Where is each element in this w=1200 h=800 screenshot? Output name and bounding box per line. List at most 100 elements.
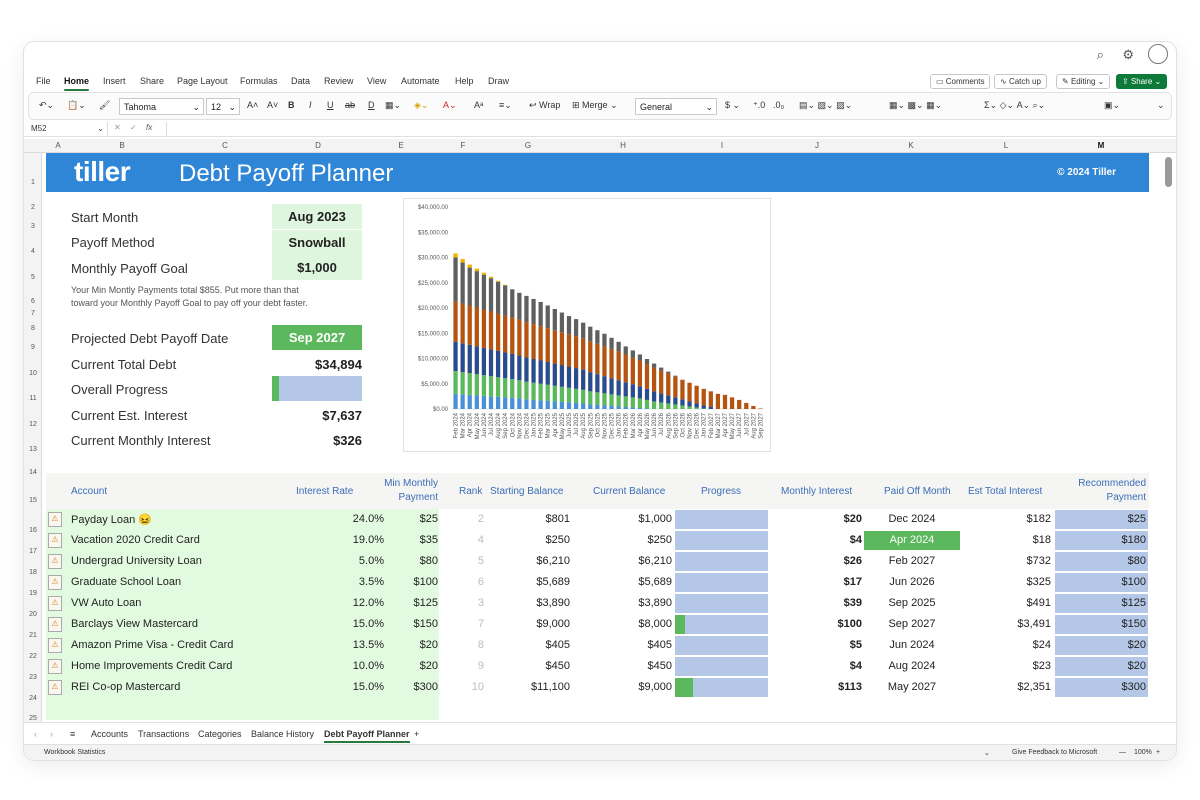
interest-rate[interactable]: 15.0% [296,681,384,693]
payoff-method-cell[interactable]: Snowball [272,230,362,255]
bar-segment[interactable] [595,330,600,344]
formula-input[interactable] [166,122,1166,136]
bar-segment[interactable] [460,372,465,395]
current-balance[interactable]: $5,689 [591,576,672,588]
bar-segment[interactable] [602,376,607,394]
bar-segment[interactable] [630,357,635,385]
bar-segment[interactable] [659,393,664,403]
menu-home[interactable]: Home [64,76,90,91]
row-header[interactable]: 14 [24,469,42,476]
bar-segment[interactable] [524,381,529,400]
bar-segment[interactable] [559,312,565,333]
bar-segment[interactable] [666,371,671,374]
bar-segment[interactable] [651,401,657,409]
bold-icon[interactable]: B [288,100,295,110]
bar-segment[interactable] [467,267,472,306]
bar-segment[interactable] [637,354,643,361]
bar-segment[interactable] [701,405,706,409]
bar-segment[interactable] [680,399,685,406]
bar-segment[interactable] [559,365,565,387]
row-header[interactable]: 20 [24,611,42,618]
bar-segment[interactable] [581,322,586,339]
warning-icon[interactable]: ⚠ [48,575,62,590]
editing-button[interactable]: ✎ Editing ⌄ [1056,74,1111,89]
bar-segment[interactable] [453,341,458,372]
bar-segment[interactable] [659,367,664,371]
min-payment[interactable]: $300 [386,681,438,693]
bar-segment[interactable] [623,382,628,397]
starting-balance[interactable]: $5,689 [490,576,570,588]
paste-icon[interactable]: 📋⌄ [67,100,86,111]
row-header[interactable]: 11 [24,395,42,402]
search-icon[interactable]: ⌕ [1097,47,1104,63]
bar-segment[interactable] [651,367,657,392]
bar-segment[interactable] [481,309,487,348]
menu-formulas[interactable]: Formulas [240,76,278,86]
menu-view[interactable]: View [367,76,386,86]
bar-segment[interactable] [673,376,678,398]
catchup-button[interactable]: ∿ Catch up [994,74,1047,89]
bar-segment[interactable] [453,393,458,409]
bar-segment[interactable] [453,253,458,258]
min-payment[interactable]: $80 [386,555,438,567]
account-name[interactable]: Vacation 2020 Credit Card [71,534,200,546]
row-header[interactable]: 16 [24,527,42,534]
debt-balance-chart[interactable]: $0.00 $5,000.00 $10,000.00 $15,000.00 $20,00… [403,198,771,452]
bar-segment[interactable] [616,406,621,409]
bar-segment[interactable] [474,346,479,375]
table-row[interactable]: ⚠ REI Co-op Mastercard 15.0% $300 10 $11,100 $… [46,677,1149,698]
row-header[interactable]: 10 [24,370,42,377]
bar-segment[interactable] [659,402,664,409]
bar-segment[interactable] [715,393,721,409]
ribbon-expand-icon[interactable]: ⌄ [1157,100,1165,111]
bar-segment[interactable] [644,364,650,389]
bar-segment[interactable] [531,359,536,383]
bar-segment[interactable] [495,281,501,314]
row-header[interactable]: 2 [24,204,42,211]
bar-segment[interactable] [524,357,529,382]
bar-segment[interactable] [495,280,501,282]
bar-segment[interactable] [552,401,557,409]
bar-segment[interactable] [524,399,529,409]
bar-segment[interactable] [708,391,713,407]
table-row[interactable]: ⚠ Barclays View Mastercard 15.0% $150 7 $9,00… [46,614,1149,635]
zoom-in-icon[interactable]: + [1156,749,1160,756]
underline-icon[interactable]: U [327,100,334,110]
bar-segment[interactable] [531,382,536,400]
tab-transactions[interactable]: Transactions [138,729,189,739]
menu-page-layout[interactable]: Page Layout [177,76,228,86]
table-row[interactable]: ⚠ Vacation 2020 Credit Card 19.0% $35 4 $250 $… [46,530,1149,551]
bar-segment[interactable] [503,315,508,353]
starting-balance[interactable]: $250 [490,534,570,546]
bar-segment[interactable] [588,372,593,392]
bar-segment[interactable] [545,305,550,329]
autosum-icon[interactable]: Σ⌄ ◇⌄ A⌄ ⌕⌄ [984,100,1045,111]
bar-segment[interactable] [602,393,607,406]
bar-segment[interactable] [630,407,635,409]
bar-segment[interactable] [637,386,643,399]
font-color-icon[interactable]: A⌄ [443,100,457,111]
row-header[interactable]: 17 [24,548,42,555]
bar-segment[interactable] [503,397,508,409]
bar-segment[interactable] [495,377,501,397]
payoff-date-cell[interactable]: Sep 2027 [272,325,362,350]
bar-segment[interactable] [488,349,494,377]
interest-rate[interactable]: 19.0% [296,534,384,546]
bar-segment[interactable] [495,313,501,351]
bar-segment[interactable] [481,272,487,275]
bar-segment[interactable] [474,395,479,409]
column-header[interactable]: L [1004,141,1008,150]
comments-button[interactable]: ▭ Comments [930,74,991,89]
table-row[interactable]: ⚠ Payday Loan 😖 24.0% $25 2 $801 $1,000 $20 Dec … [46,509,1149,530]
bar-segment[interactable] [644,359,650,365]
bar-segment[interactable] [573,368,579,389]
bar-segment[interactable] [595,404,600,409]
bar-segment[interactable] [488,276,494,279]
menu-automate[interactable]: Automate [401,76,440,86]
row-header[interactable]: 13 [24,446,42,453]
bar-segment[interactable] [687,382,692,402]
bar-segment[interactable] [694,407,699,409]
column-header[interactable]: H [620,141,626,150]
row-header[interactable]: 3 [24,223,42,230]
table-row[interactable]: ⚠ Home Improvements Credit Card 10.0% $20 9 $… [46,656,1149,677]
